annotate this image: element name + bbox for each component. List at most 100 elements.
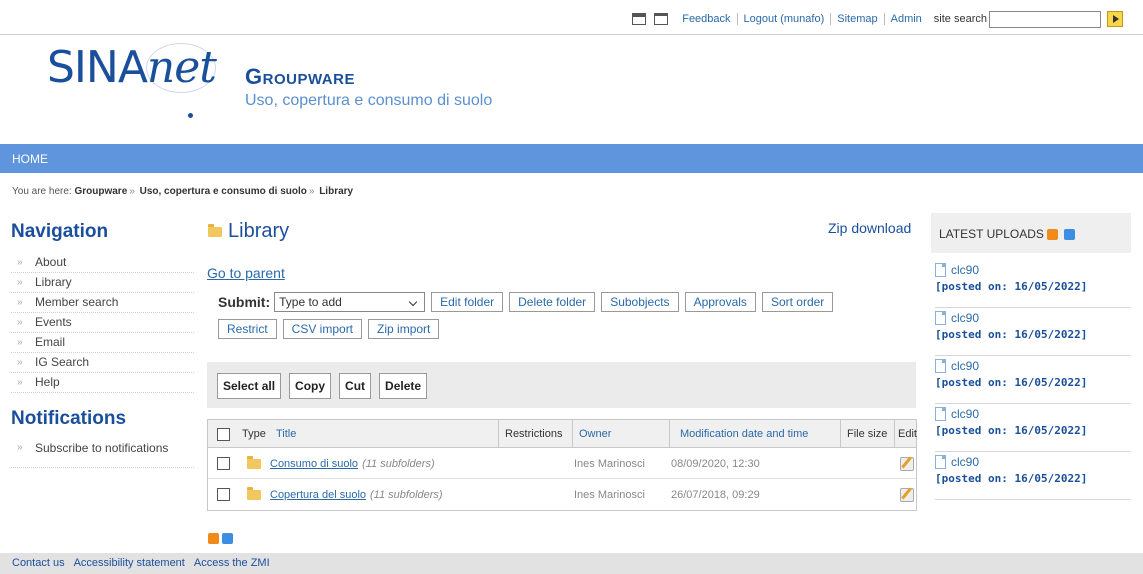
home-link[interactable]: HOME bbox=[12, 152, 48, 166]
go-to-parent-link[interactable]: Go to parent bbox=[207, 265, 285, 281]
row-owner: Ines Marinosci bbox=[574, 457, 645, 470]
copy-button[interactable]: Copy bbox=[289, 373, 332, 399]
feedback-link[interactable]: Feedback bbox=[676, 13, 738, 25]
edit-pencil-icon[interactable] bbox=[900, 456, 914, 471]
zip-import-button[interactable]: Zip import bbox=[368, 319, 440, 339]
search-go-button[interactable] bbox=[1107, 11, 1123, 27]
header-type: Type bbox=[242, 428, 266, 440]
print-icon[interactable] bbox=[632, 13, 647, 25]
full-screen-icon[interactable] bbox=[654, 13, 669, 25]
delete-button[interactable]: Delete bbox=[379, 373, 428, 399]
submit-row-2: Restrict CSV import Zip import bbox=[218, 319, 445, 339]
contact-us-link[interactable]: Contact us bbox=[12, 557, 65, 569]
select-all-checkbox[interactable] bbox=[216, 427, 230, 441]
breadcrumb: You are here: Groupware » Uso, copertura … bbox=[12, 186, 353, 197]
library-table: Type Title Restrictions Owner Modificati… bbox=[207, 419, 917, 511]
upload-date: [posted on: 16/05/2022] bbox=[935, 328, 1088, 341]
upload-link[interactable]: clc90 bbox=[951, 455, 979, 469]
subscribe-notifications-link[interactable]: Subscribe to notifications bbox=[11, 438, 194, 468]
accessibility-statement-link[interactable]: Accessibility statement bbox=[74, 557, 185, 569]
row-edit-cell bbox=[900, 448, 914, 479]
row-modified: 26/07/2018, 09:29 bbox=[671, 488, 760, 501]
latest-uploads-list: clc90 [posted on: 16/05/2022] clc90 [pos… bbox=[935, 260, 1131, 500]
site-search-input[interactable] bbox=[989, 10, 1101, 28]
admin-link[interactable]: Admin bbox=[885, 13, 928, 25]
breadcrumb-item-folder[interactable]: Uso, copertura e consumo di suolo bbox=[140, 186, 307, 197]
upload-link[interactable]: clc90 bbox=[951, 263, 979, 277]
header-edit: Edit bbox=[894, 420, 918, 448]
breadcrumb-prefix: You are here: bbox=[12, 186, 72, 197]
sidebar-item-email[interactable]: Email bbox=[11, 333, 194, 353]
table-row: Copertura del suolo (11 subfolders) Ines… bbox=[208, 479, 916, 510]
row-checkbox[interactable] bbox=[217, 457, 230, 470]
cut-button[interactable]: Cut bbox=[339, 373, 372, 399]
newsletter-icon[interactable] bbox=[222, 533, 233, 544]
document-icon bbox=[935, 359, 946, 373]
select-all-button[interactable]: Select all bbox=[217, 373, 282, 399]
list-item: clc90 [posted on: 16/05/2022] bbox=[935, 308, 1131, 356]
csv-import-button[interactable]: CSV import bbox=[282, 319, 363, 339]
logout-link[interactable]: Logout (munafo) bbox=[738, 13, 832, 25]
header-restrictions: Restrictions bbox=[498, 420, 572, 448]
sidebar-item-events[interactable]: Events bbox=[11, 313, 194, 333]
row-subfolder-count: (11 subfolders) bbox=[362, 457, 435, 470]
navigation-heading: Navigation bbox=[11, 221, 109, 242]
top-divider bbox=[0, 34, 1143, 35]
navigation-list: About Library Member search Events Email… bbox=[11, 253, 194, 393]
sidebar-item-member-search[interactable]: Member search bbox=[11, 293, 194, 313]
add-type-select[interactable]: Type to add bbox=[274, 292, 426, 312]
breadcrumb-item-groupware[interactable]: Groupware bbox=[74, 186, 127, 197]
logo-dot bbox=[188, 113, 193, 118]
header-owner[interactable]: Owner bbox=[572, 420, 669, 448]
latest-uploads-title: LATEST UPLOADS bbox=[939, 227, 1044, 241]
upload-link[interactable]: clc90 bbox=[951, 407, 979, 421]
sidebar-item-ig-search[interactable]: IG Search bbox=[11, 353, 194, 373]
row-modified: 08/09/2020, 12:30 bbox=[671, 457, 760, 470]
folder-icon bbox=[208, 223, 222, 237]
list-item: clc90 [posted on: 16/05/2022] bbox=[935, 260, 1131, 308]
sidebar-item-help[interactable]: Help bbox=[11, 373, 194, 393]
table-header: Type Title Restrictions Owner Modificati… bbox=[208, 420, 918, 448]
row-title-link[interactable]: Consumo di suolo bbox=[270, 458, 358, 470]
upload-link[interactable]: clc90 bbox=[951, 359, 979, 373]
notifications-heading: Notifications bbox=[11, 408, 127, 429]
sitemap-link[interactable]: Sitemap bbox=[831, 13, 885, 25]
row-checkbox-cell bbox=[217, 479, 230, 510]
row-edit-cell bbox=[900, 479, 914, 510]
header-modification-date[interactable]: Modification date and time bbox=[669, 420, 840, 448]
sidebar-item-about[interactable]: About bbox=[11, 253, 194, 273]
rss-icon[interactable] bbox=[208, 533, 219, 544]
sidebar-item-library[interactable]: Library bbox=[11, 273, 194, 293]
document-icon bbox=[935, 407, 946, 421]
access-zmi-link[interactable]: Access the ZMI bbox=[194, 557, 270, 569]
edit-folder-button[interactable]: Edit folder bbox=[431, 292, 504, 312]
logo-text-b: net bbox=[146, 42, 217, 93]
restrict-button[interactable]: Restrict bbox=[218, 319, 277, 339]
feed-icons bbox=[208, 533, 233, 544]
delete-folder-button[interactable]: Delete folder bbox=[509, 292, 596, 312]
approvals-button[interactable]: Approvals bbox=[684, 292, 756, 312]
footer: Contact us Accessibility statement Acces… bbox=[0, 553, 1143, 574]
newsletter-icon[interactable] bbox=[1063, 228, 1075, 240]
sinanet-logo[interactable]: SINAnet bbox=[47, 46, 217, 90]
list-item: clc90 [posted on: 16/05/2022] bbox=[935, 452, 1131, 500]
row-checkbox-cell bbox=[217, 448, 230, 479]
submit-row: Submit: Type to add Edit folder Delete f… bbox=[218, 292, 839, 312]
row-type-cell bbox=[247, 448, 267, 479]
row-checkbox[interactable] bbox=[217, 488, 230, 501]
logo-text-a: SINA bbox=[47, 42, 148, 93]
upload-date: [posted on: 16/05/2022] bbox=[935, 472, 1088, 485]
top-utility-bar: Feedback Logout (munafo) Sitemap Admin s… bbox=[632, 8, 1123, 30]
upload-link[interactable]: clc90 bbox=[951, 311, 979, 325]
breadcrumb-item-library: Library bbox=[319, 186, 354, 197]
rss-icon[interactable] bbox=[1046, 228, 1058, 240]
row-title-link[interactable]: Copertura del suolo bbox=[270, 489, 366, 501]
subobjects-button[interactable]: Subobjects bbox=[601, 292, 679, 312]
notifications-list: Subscribe to notifications bbox=[11, 438, 194, 468]
sort-order-button[interactable]: Sort order bbox=[761, 292, 834, 312]
header-file-size: File size bbox=[840, 420, 894, 448]
header-title[interactable]: Title bbox=[270, 420, 498, 448]
breadcrumb-separator: » bbox=[308, 186, 315, 197]
zip-download-link[interactable]: Zip download bbox=[828, 220, 911, 236]
edit-pencil-icon[interactable] bbox=[900, 487, 914, 502]
